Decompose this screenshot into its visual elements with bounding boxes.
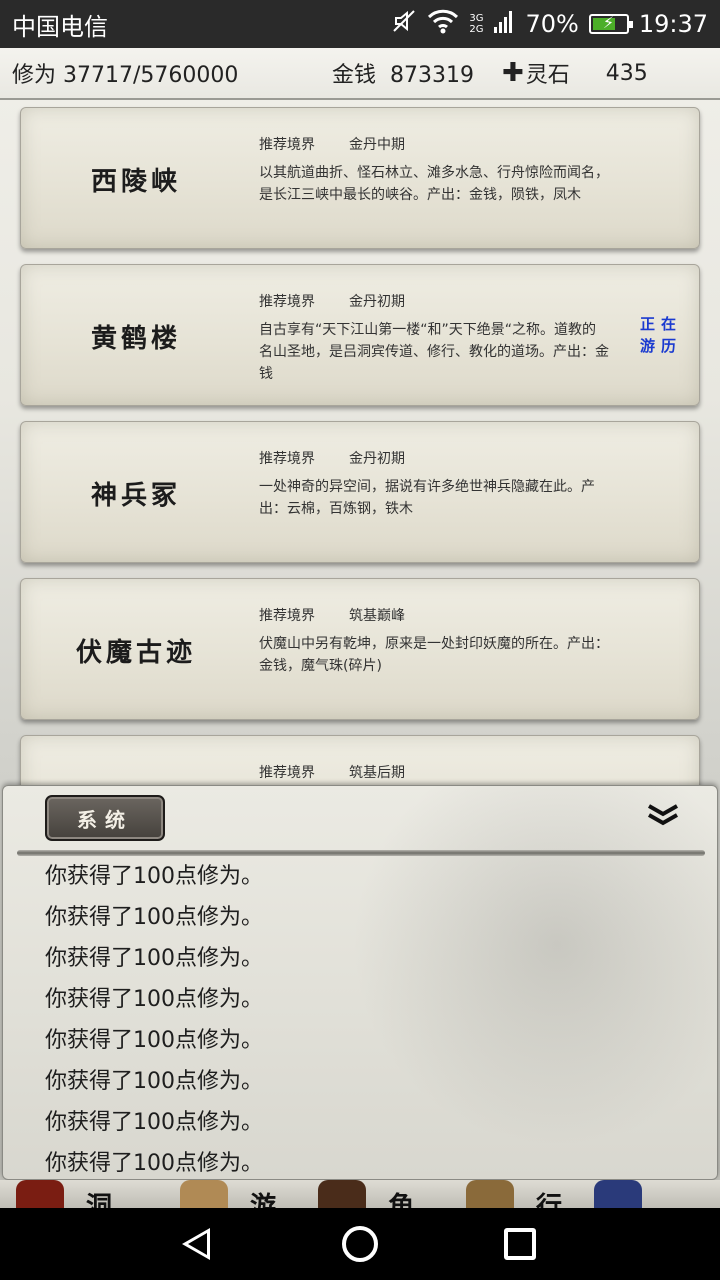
spirit-stone-display: ✚ 灵石 435 (502, 57, 648, 89)
location-card-xilingxia[interactable]: 西陵峡 推荐境界 金丹中期 以其航道曲折、怪石林立、滩多水急、行舟惊险而闻名，是… (20, 107, 700, 249)
location-card-fumoguji[interactable]: 伏魔古迹 推荐境界 筑基巅峰 伏魔山中另有乾坤，原来是一处封印妖魔的所在。产出：… (20, 578, 700, 720)
mute-icon (391, 8, 417, 40)
charging-icon: ⚡ (602, 13, 615, 32)
realm-value: 金丹中期 (349, 137, 405, 153)
cultivation-value: 37717/5760000 (63, 63, 239, 88)
book-icon (594, 1180, 642, 1208)
realm-value: 筑基后期 (349, 765, 405, 781)
nav-action-label: 行 (536, 1192, 563, 1208)
nav-travel-label: 游 (250, 1192, 277, 1208)
signal-icon (493, 9, 515, 39)
log-message: 你获得了100点修为。 (45, 1151, 263, 1176)
log-message: 你获得了100点修为。 (45, 987, 263, 1012)
nav-action[interactable]: 行 (466, 1180, 562, 1208)
realm-label: 推荐境界 (259, 137, 315, 153)
location-card-shenbingzhong[interactable]: 神兵冢 推荐境界 金丹初期 一处神奇的异空间，据说有许多绝世神兵隐藏在此。产出：… (20, 421, 700, 563)
spirit-stone-icon: ✚ (502, 58, 524, 88)
recent-apps-icon[interactable] (504, 1228, 536, 1260)
chevron-double-down-icon[interactable] (643, 800, 683, 830)
location-card-huanghelou[interactable]: 黄鹤楼 推荐境界 金丹初期 自古享有“天下江山第一楼“和”天下绝景“之称。道教的… (20, 264, 700, 406)
log-message: 你获得了100点修为。 (45, 1028, 263, 1053)
location-description: 自古享有“天下江山第一楼“和”天下绝景“之称。道教的名山圣地，是吕洞宾传道、修行… (259, 322, 609, 382)
clock: 19:37 (638, 10, 708, 38)
realm-value: 金丹初期 (349, 294, 405, 310)
location-realm: 推荐境界 筑基后期 (259, 762, 405, 782)
realm-label: 推荐境界 (259, 608, 315, 624)
nav-character[interactable]: 角 (318, 1180, 414, 1208)
location-realm: 推荐境界 金丹初期 (259, 291, 405, 311)
cultivation-display: 修为 37717/5760000 (12, 57, 332, 89)
cave-icon (16, 1180, 64, 1208)
system-log-panel: 系统 你获得了100点修为。 你获得了100点修为。 你获得了100点修为。 你… (2, 785, 718, 1180)
system-nav-bar (0, 1208, 720, 1280)
carrier-label: 中国电信 (12, 12, 108, 41)
money-display: 金钱 873319 (332, 57, 502, 89)
back-icon[interactable] (182, 1228, 210, 1260)
cultivation-label: 修为 (12, 63, 57, 88)
battery-icon: ⚡ (588, 13, 633, 34)
location-description: 以其航道曲折、怪石林立、滩多水急、行舟惊险而闻名，是长江三峡中最长的峡谷。产出：… (259, 165, 609, 203)
realm-label: 推荐境界 (259, 765, 315, 781)
location-description: 一处神奇的异空间，据说有许多绝世神兵隐藏在此。产出：云棉，百炼钢，铁木 (259, 479, 595, 517)
location-name: 伏魔古迹 (75, 637, 196, 668)
network-bottom-label: 2G (469, 24, 484, 35)
nav-character-label: 角 (388, 1192, 415, 1208)
nav-travel[interactable]: 游 (180, 1180, 276, 1208)
money-value: 873319 (390, 63, 474, 88)
location-realm: 推荐境界 金丹中期 (259, 134, 405, 154)
network-type: 3G 2G (469, 13, 483, 35)
log-message: 你获得了100点修为。 (45, 1069, 263, 1094)
realm-value: 金丹初期 (349, 451, 405, 467)
traveling-status: 正在游历 (639, 315, 682, 355)
action-icon (466, 1180, 514, 1208)
nav-cave[interactable]: 洞 (16, 1180, 112, 1208)
log-message: 你获得了100点修为。 (45, 1110, 263, 1135)
network-top-label: 3G (469, 13, 484, 24)
location-realm: 推荐境界 筑基巅峰 (259, 605, 405, 625)
home-icon[interactable] (342, 1226, 378, 1262)
wifi-icon (427, 8, 459, 40)
location-description: 伏魔山中另有乾坤，原来是一处封印妖魔的所在。产出：金钱，魔气珠(碎片) (259, 636, 609, 674)
location-name: 西陵峡 (90, 166, 181, 197)
log-message: 你获得了100点修为。 (45, 946, 263, 971)
money-label: 金钱 (332, 63, 377, 88)
location-name: 黄鹤楼 (90, 323, 181, 354)
log-message: 你获得了100点修为。 (45, 905, 263, 930)
nav-book[interactable] (594, 1180, 642, 1208)
spirit-stone-label: 灵石 (525, 63, 570, 88)
character-icon (318, 1180, 366, 1208)
game-bottom-nav: 洞 游 角 行 (0, 1180, 720, 1208)
log-message: 你获得了100点修为。 (45, 864, 263, 889)
location-name: 神兵冢 (90, 480, 181, 511)
realm-value: 筑基巅峰 (349, 608, 405, 624)
log-message-list: 你获得了100点修为。 你获得了100点修为。 你获得了100点修为。 你获得了… (45, 856, 645, 1179)
spirit-stone-value: 435 (605, 60, 648, 86)
system-tab[interactable]: 系统 (45, 795, 165, 841)
battery-percent: 70% (525, 10, 579, 38)
nav-cave-label: 洞 (86, 1192, 113, 1208)
status-bar: 中国电信 3G 2G 70% ⚡ 19:37 (0, 0, 720, 48)
location-realm: 推荐境界 金丹初期 (259, 448, 405, 468)
realm-label: 推荐境界 (259, 294, 315, 310)
resource-bar: 修为 37717/5760000 金钱 873319 ✚ 灵石 435 (0, 48, 720, 100)
travel-icon (180, 1180, 228, 1208)
realm-label: 推荐境界 (259, 451, 315, 467)
